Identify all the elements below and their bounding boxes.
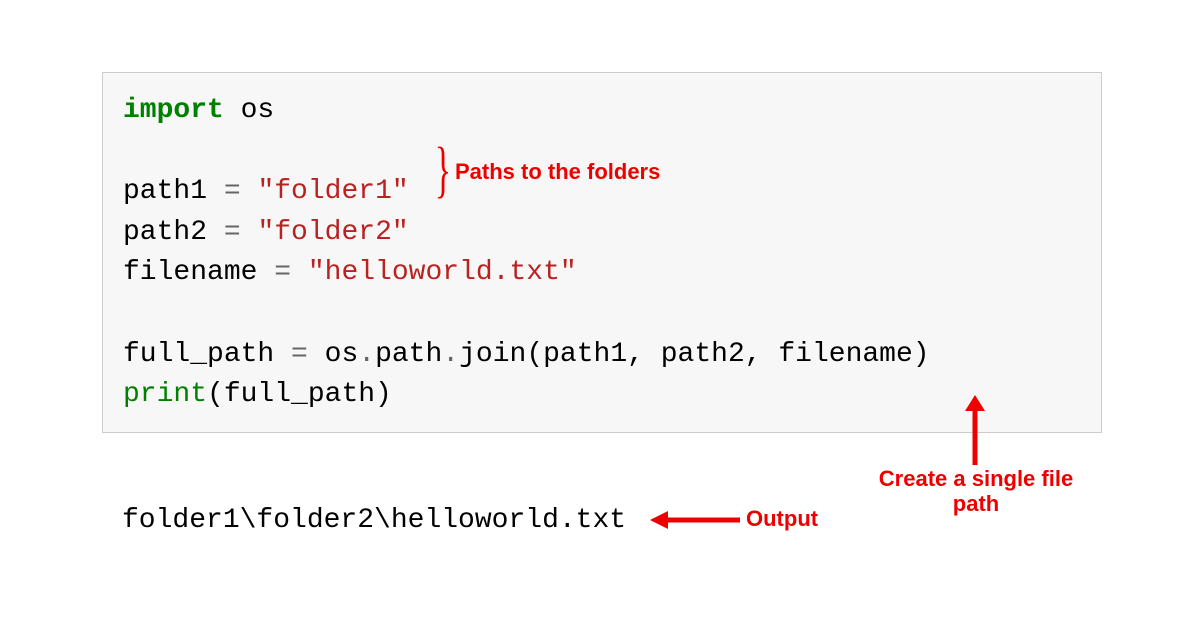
string-literal: "folder2" [241,217,409,248]
operator: = [274,257,291,288]
expr-path: path [375,339,442,370]
variable: path1 [123,176,224,207]
expr-join: join(path1, path2, filename) [459,339,929,370]
arrow-up-icon [960,395,990,465]
operator: = [224,217,241,248]
function-print: print [123,379,207,410]
code-line: print(full_path) [123,375,1081,416]
code-line-blank [123,294,1081,335]
expr-os: os [308,339,358,370]
output-text: folder1\folder2\helloworld.txt [122,505,626,536]
code-line: full_path = os.path.join(path1, path2, f… [123,335,1081,376]
code-line: import os [123,91,1081,132]
code-line: filename = "helloworld.txt" [123,253,1081,294]
annotation-paths: Paths to the folders [455,159,660,184]
string-literal: "helloworld.txt" [291,257,577,288]
string-literal: "folder1" [241,176,409,207]
annotation-create: Create a single file path [866,466,1086,517]
dot: . [358,339,375,370]
variable: full_path [123,339,291,370]
operator: = [224,176,241,207]
code-line: path2 = "folder2" [123,213,1081,254]
module-name: os [224,95,274,126]
arrow-left-icon [650,508,740,532]
operator: = [291,339,308,370]
code-block: import os path1 = "folder1" path2 = "fol… [102,72,1102,433]
dot: . [442,339,459,370]
variable: filename [123,257,274,288]
keyword-import: import [123,95,224,126]
brace-icon: } [435,135,451,206]
variable: path2 [123,217,224,248]
annotation-output: Output [746,506,818,531]
print-args: (full_path) [207,379,392,410]
